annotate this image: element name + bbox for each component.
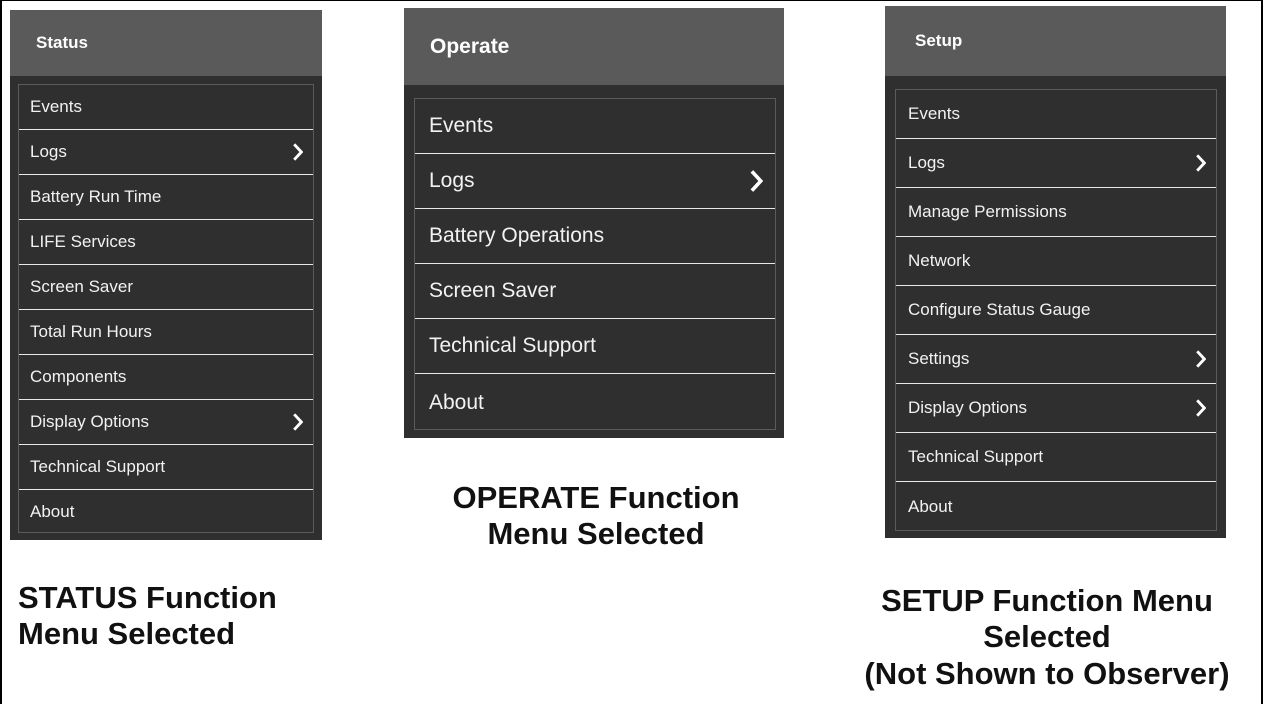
menu-item[interactable]: Manage Permissions [896,188,1216,237]
menu-item[interactable]: Technical Support [415,319,775,374]
chevron-right-icon [749,170,763,192]
menu-item[interactable]: Display Options [896,384,1216,433]
menu-item[interactable]: Components [19,355,313,400]
menu-item-label: Settings [908,349,970,368]
caption-line: OPERATE Function [452,480,740,515]
menu-item-label: Logs [908,153,945,172]
menu-item[interactable]: Logs [415,154,775,209]
menu-item-label: Manage Permissions [908,202,1067,221]
chevron-right-icon [1195,154,1206,172]
menu-item-label: Battery Operations [429,224,605,247]
menu-item[interactable]: Screen Saver [415,264,775,319]
operate-menu-panel: Operate Events Logs Battery Operations Scre… [404,8,784,438]
setup-caption: SETUP Function Menu Selected (Not Shown … [830,583,1264,692]
status-menu-list: Events Logs Battery Run Time LIFE Services S… [18,84,314,533]
menu-item[interactable]: Display Options [19,400,313,445]
chevron-right-icon [1195,399,1206,417]
menu-item-label: About [908,497,953,516]
menu-item[interactable]: Logs [896,139,1216,188]
menu-item-label: Events [429,114,494,137]
menu-item[interactable]: Settings [896,335,1216,384]
status-caption: STATUS Function Menu Selected [18,580,277,653]
menu-item[interactable]: Events [896,90,1216,139]
status-menu-panel: Status Events Logs Battery Run Time LIFE Se… [10,10,322,540]
menu-item[interactable]: Technical Support [896,433,1216,482]
menu-item[interactable]: Configure Status Gauge [896,286,1216,335]
menu-item-label: Events [908,104,960,123]
menu-item[interactable]: Events [415,99,775,154]
menu-item-label: Technical Support [30,457,166,476]
menu-item-label: Configure Status Gauge [908,300,1091,319]
menu-item-label: Network [908,251,971,270]
menu-item[interactable]: Network [896,237,1216,286]
menu-item-label: Screen Saver [30,277,133,296]
menu-item-label: Display Options [908,398,1028,417]
menu-item[interactable]: Events [19,85,313,130]
menu-item-label: Logs [429,169,475,192]
caption-line: Menu Selected [18,616,236,652]
menu-item[interactable]: Battery Run Time [19,175,313,220]
chevron-right-icon [292,143,303,161]
menu-item-label: LIFE Services [30,232,136,251]
menu-item-label: Events [30,97,82,116]
menu-item-label: Technical Support [429,334,596,357]
setup-menu-list: Events Logs Manage Permissions Network Confi… [895,89,1217,531]
chevron-right-icon [1195,350,1206,368]
menu-item-label: About [30,502,75,521]
menu-item[interactable]: About [19,490,313,534]
menu-item-label: Battery Run Time [30,187,162,206]
status-menu-title: Status [10,10,322,76]
operate-menu-title: Operate [404,8,784,85]
caption-line: Menu Selected [487,516,705,552]
caption-line: (Not Shown to Observer) [864,655,1230,691]
menu-item-label: Screen Saver [429,279,557,302]
menu-item[interactable]: About [415,374,775,431]
menu-item[interactable]: About [896,482,1216,532]
menu-item-label: Logs [30,142,67,161]
menu-item[interactable]: LIFE Services [19,220,313,265]
operate-caption: OPERATE Function Menu Selected [400,480,792,553]
menu-item-label: Components [30,367,127,386]
menu-item-label: Display Options [30,412,150,431]
caption-line: SETUP Function Menu [881,583,1213,618]
menu-item[interactable]: Logs [19,130,313,175]
chevron-right-icon [292,413,303,431]
menu-item[interactable]: Battery Operations [415,209,775,264]
operate-menu-list: Events Logs Battery Operations Screen Saver… [414,98,776,430]
menu-item[interactable]: Total Run Hours [19,310,313,355]
setup-menu-panel: Setup Events Logs Manage Permissions Networ… [885,6,1226,538]
menu-item-label: About [429,390,484,414]
caption-line: Selected [983,619,1111,655]
menu-item-label: Total Run Hours [30,322,152,341]
setup-menu-title: Setup [885,6,1226,76]
menu-item-label: Technical Support [908,447,1044,466]
caption-line: STATUS Function [18,580,277,615]
menu-item[interactable]: Technical Support [19,445,313,490]
menu-item[interactable]: Screen Saver [19,265,313,310]
